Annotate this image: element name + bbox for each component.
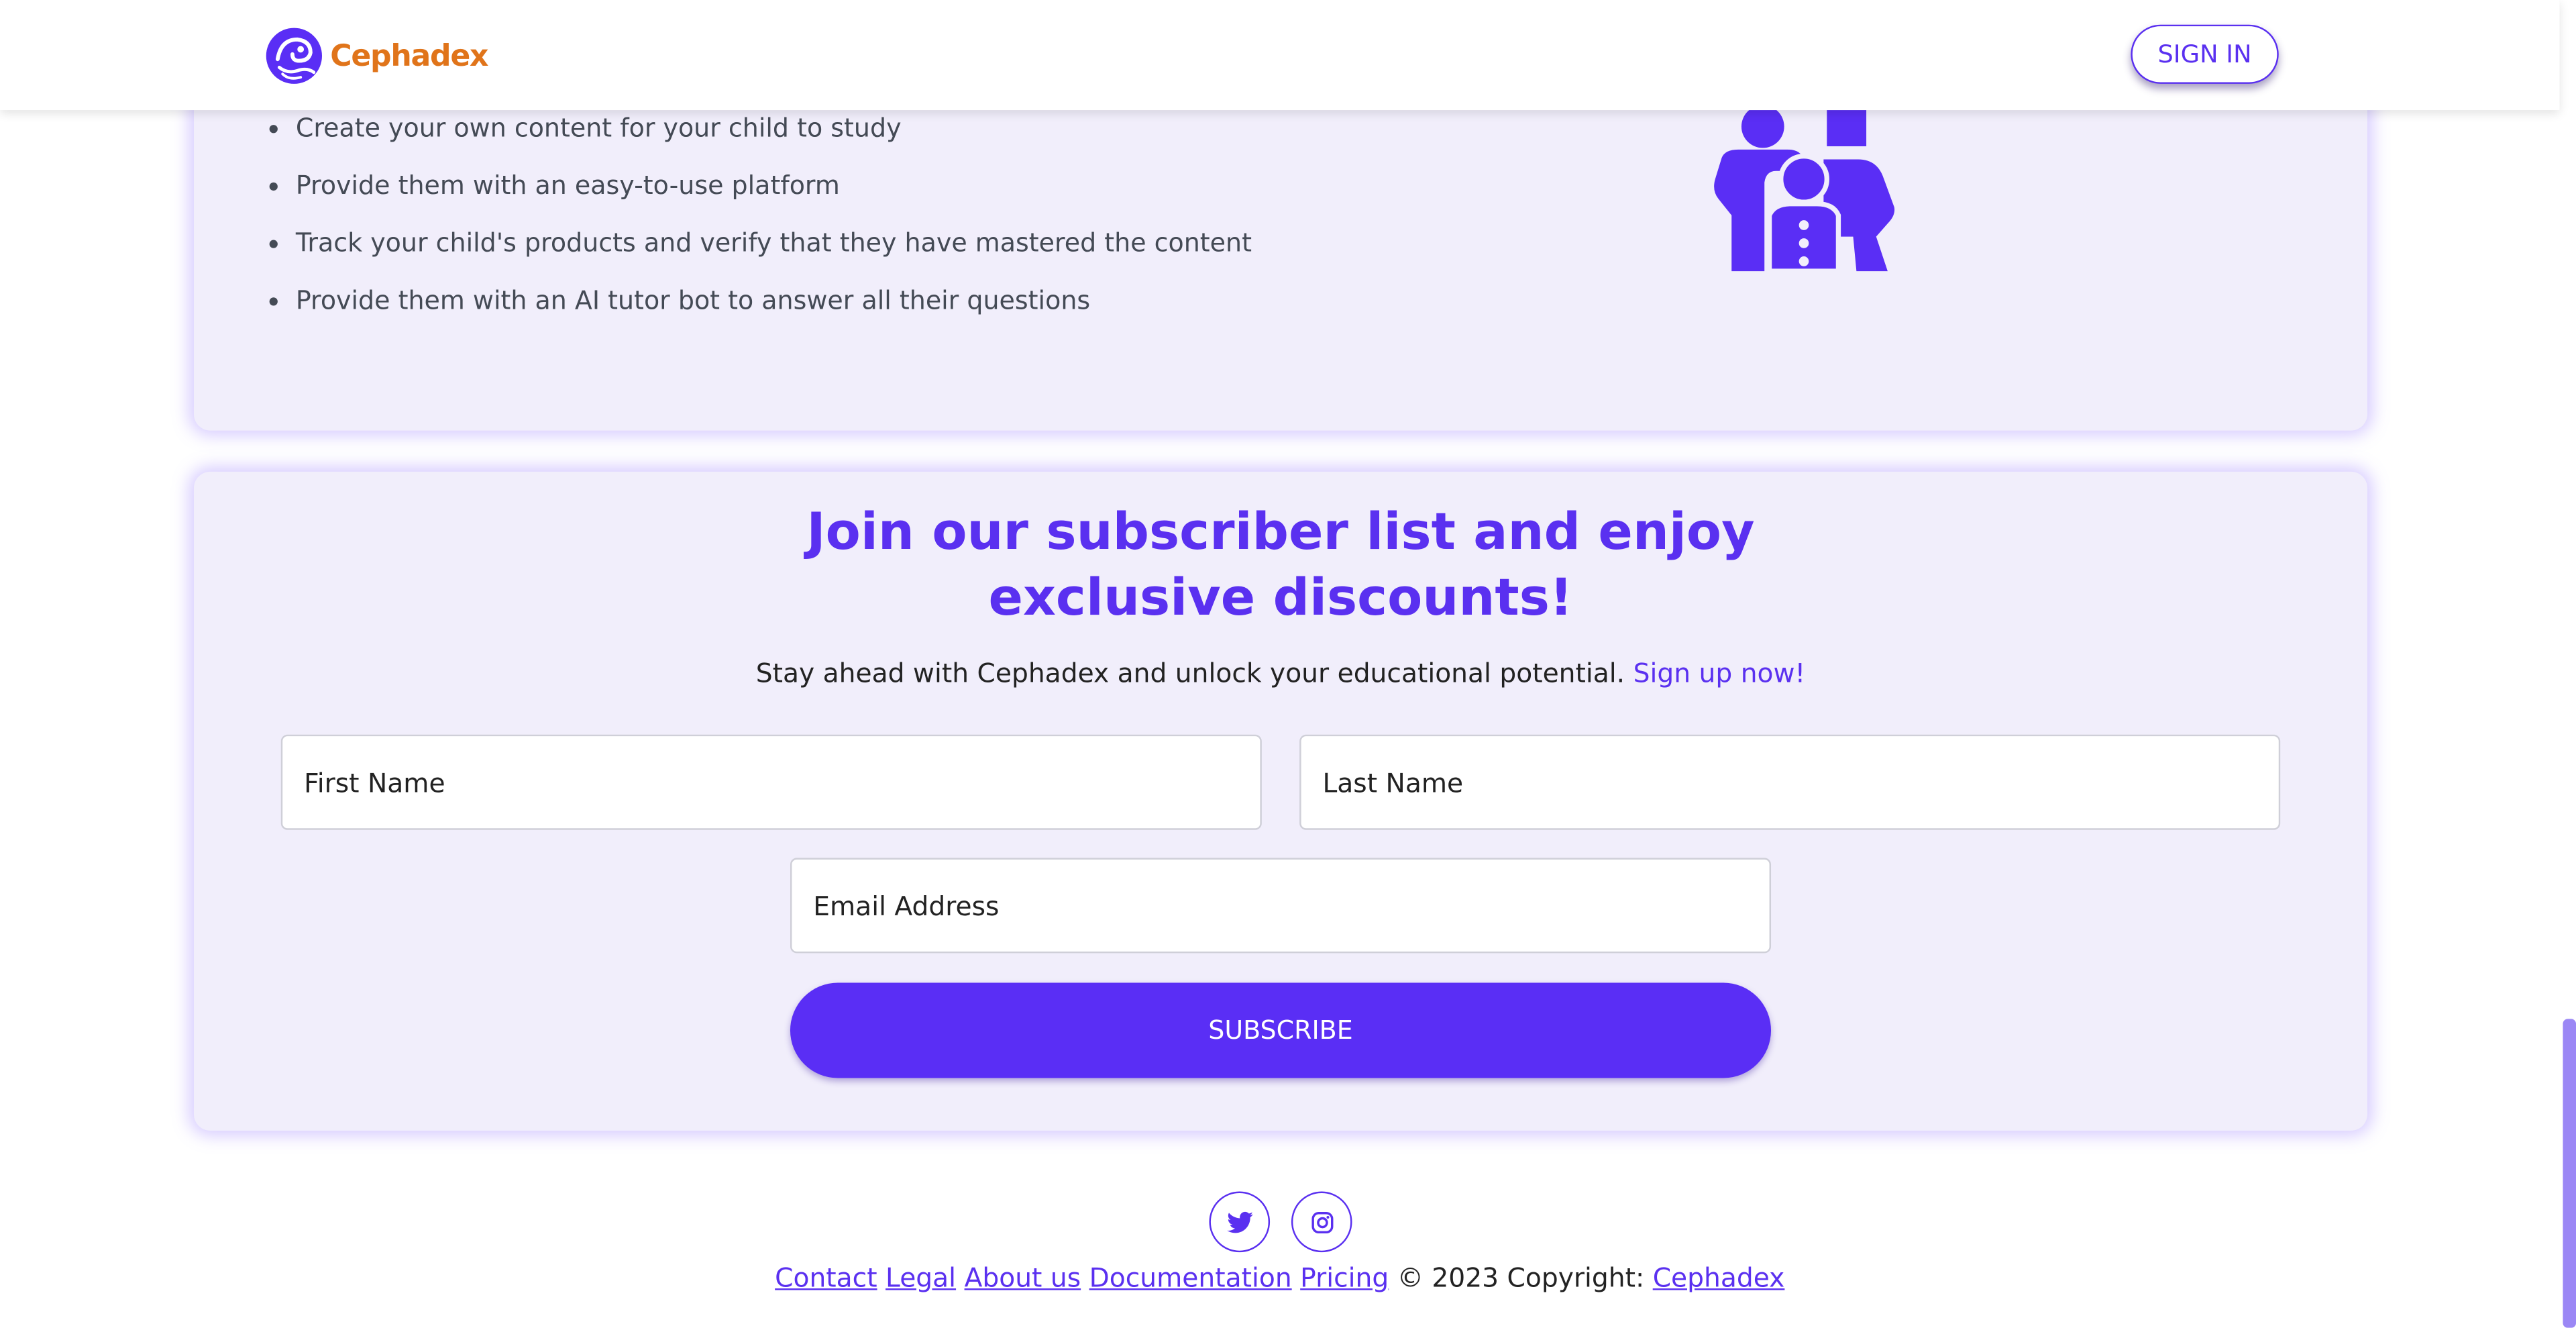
documentation-link[interactable]: Documentation [1089, 1262, 1292, 1294]
subscribe-button[interactable]: SUBSCRIBE [790, 982, 1772, 1078]
last-name-placeholder: Last Name [1322, 766, 1464, 798]
contact-link[interactable]: Contact [775, 1262, 877, 1294]
email-placeholder: Email Address [813, 890, 1000, 921]
feature-list: Create your own content for your child t… [273, 109, 1252, 339]
family-icon [1714, 105, 1895, 274]
email-field[interactable]: Email Address [790, 858, 1772, 954]
feature-item: Create your own content for your child t… [296, 109, 1252, 166]
feature-item: Provide them with an AI tutor bot to ans… [296, 281, 1252, 339]
legal-link[interactable]: Legal [885, 1262, 956, 1294]
instagram-icon [1311, 1211, 1333, 1233]
sign-in-button[interactable]: SIGN IN [2131, 24, 2279, 84]
cephadex-logo-icon [266, 28, 323, 84]
first-name-placeholder: First Name [304, 766, 445, 798]
feature-item: Provide them with an easy-to-use platfor… [296, 166, 1252, 223]
header: Cephadex SIGN IN [0, 0, 2560, 111]
twitter-button[interactable] [1209, 1191, 1271, 1253]
subscribe-subtitle-text: Stay ahead with Cephadex and unlock your… [755, 657, 1625, 689]
footer-links: Contact Legal About us Documentation Pri… [0, 1262, 2560, 1294]
subscribe-title: Join our subscriber list and enjoy exclu… [194, 499, 2367, 631]
subscribe-title-line: Join our subscriber list and enjoy [806, 503, 1755, 562]
twitter-icon [1226, 1211, 1252, 1233]
about-link[interactable]: About us [965, 1262, 1081, 1294]
page: Create your own content for your child t… [0, 0, 2576, 1328]
feature-item: Track your child's products and verify t… [296, 223, 1252, 281]
brand-name: Cephadex [330, 38, 488, 73]
copyright-link[interactable]: Cephadex [1653, 1262, 1785, 1294]
signup-link[interactable]: Sign up now! [1633, 658, 1806, 689]
last-name-field[interactable]: Last Name [1299, 734, 2281, 830]
subscribe-subtitle: Stay ahead with Cephadex and unlock your… [194, 658, 2367, 689]
first-name-field[interactable]: First Name [280, 734, 1262, 830]
logo[interactable]: Cephadex [264, 25, 489, 87]
subscribe-card: Join our subscriber list and enjoy exclu… [193, 471, 2368, 1131]
copyright-text: © 2023 Copyright: [1397, 1262, 1645, 1294]
instagram-button[interactable] [1291, 1191, 1352, 1253]
subscribe-title-line: exclusive discounts! [988, 568, 1573, 628]
pricing-link[interactable]: Pricing [1300, 1262, 1389, 1294]
scrollbar-thumb[interactable] [2563, 1019, 2576, 1328]
